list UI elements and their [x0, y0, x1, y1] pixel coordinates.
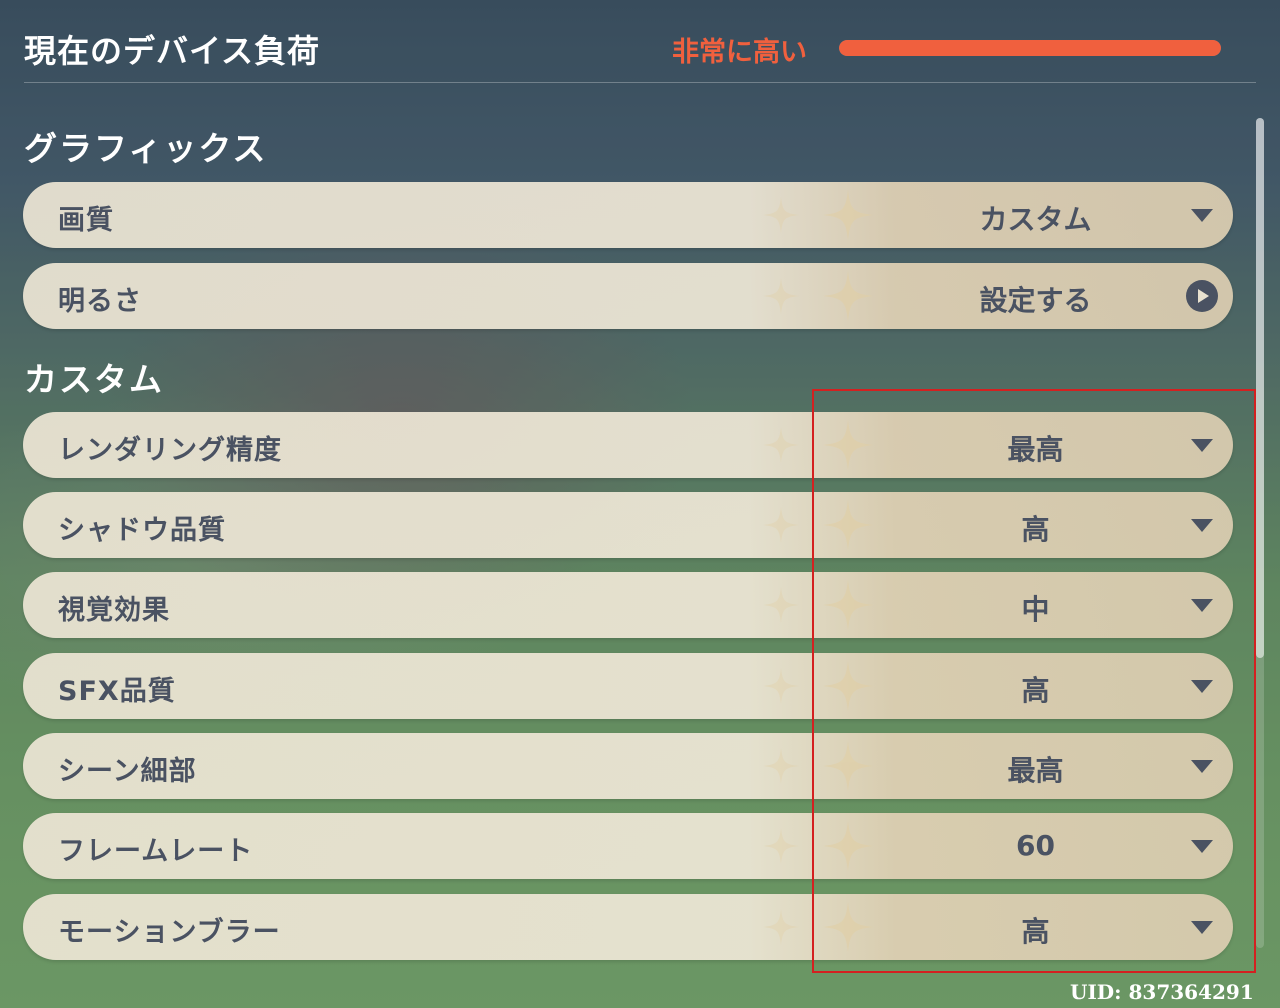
sparkle-decoration-icon	[763, 197, 799, 233]
setting-row-quality[interactable]: 画質 カスタム	[23, 182, 1233, 248]
chevron-down-icon[interactable]	[1191, 519, 1213, 532]
sparkle-decoration-icon	[823, 190, 873, 240]
setting-value: 60	[1016, 829, 1055, 862]
section-title-graphics: グラフィックス	[24, 129, 268, 168]
setting-label: 視覚効果	[58, 595, 170, 626]
chevron-down-icon[interactable]	[1191, 439, 1213, 452]
sparkle-decoration-icon	[763, 278, 799, 314]
setting-row-sfx-quality[interactable]: SFX品質 高	[23, 653, 1233, 719]
setting-value: 設定する	[979, 284, 1092, 317]
setting-row-scene-detail[interactable]: シーン細部 最高	[23, 733, 1233, 799]
setting-label: 画質	[58, 205, 114, 236]
chevron-down-icon[interactable]	[1191, 840, 1213, 853]
setting-value: 最高	[1007, 754, 1064, 787]
setting-row-render-resolution[interactable]: レンダリング精度 最高	[23, 412, 1233, 478]
chevron-down-icon[interactable]	[1191, 599, 1213, 612]
setting-value: 中	[1021, 593, 1050, 626]
device-load-bar-fill	[839, 40, 1221, 56]
sparkle-decoration-icon	[823, 902, 873, 952]
setting-label: シャドウ品質	[58, 515, 226, 546]
setting-row-shadow-quality[interactable]: シャドウ品質 高	[23, 492, 1233, 558]
scrollbar-thumb[interactable]	[1256, 118, 1264, 658]
sparkle-decoration-icon	[823, 661, 873, 711]
arrow-right-circle-icon[interactable]	[1186, 280, 1218, 312]
section-title-custom: カスタム	[24, 360, 164, 399]
player-uid: UID: 837364291	[1070, 980, 1254, 1004]
device-load-status: 非常に高い	[672, 37, 807, 68]
setting-value: 最高	[1007, 433, 1064, 466]
setting-row-visual-effects[interactable]: 視覚効果 中	[23, 572, 1233, 638]
sparkle-decoration-icon	[763, 507, 799, 543]
setting-label: シーン細部	[58, 756, 197, 787]
sparkle-decoration-icon	[823, 271, 873, 321]
chevron-down-icon[interactable]	[1191, 680, 1213, 693]
chevron-down-icon[interactable]	[1191, 921, 1213, 934]
device-load-bar	[839, 40, 1221, 56]
sparkle-decoration-icon	[763, 587, 799, 623]
setting-row-motion-blur[interactable]: モーションブラー 高	[23, 894, 1233, 960]
setting-label: モーションブラー	[58, 917, 281, 948]
chevron-down-icon[interactable]	[1191, 209, 1213, 222]
chevron-down-icon[interactable]	[1191, 760, 1213, 773]
sparkle-decoration-icon	[763, 668, 799, 704]
device-load-title: 現在のデバイス負荷	[24, 32, 321, 70]
settings-scrollbar[interactable]	[1256, 118, 1264, 948]
sparkle-decoration-icon	[763, 427, 799, 463]
setting-row-frame-rate[interactable]: フレームレート 60	[23, 813, 1233, 879]
sparkle-decoration-icon	[763, 909, 799, 945]
setting-label: 明るさ	[58, 286, 142, 317]
setting-label: SFX品質	[58, 676, 176, 707]
sparkle-decoration-icon	[823, 741, 873, 791]
sparkle-decoration-icon	[823, 580, 873, 630]
setting-value: 高	[1021, 674, 1050, 707]
setting-value: 高	[1021, 513, 1050, 546]
device-load-header: 現在のデバイス負荷 非常に高い	[24, 0, 1256, 83]
sparkle-decoration-icon	[763, 828, 799, 864]
setting-label: レンダリング精度	[58, 435, 282, 466]
sparkle-decoration-icon	[823, 500, 873, 550]
setting-label: フレームレート	[58, 836, 254, 867]
setting-row-brightness[interactable]: 明るさ 設定する	[23, 263, 1233, 329]
setting-value: カスタム	[979, 203, 1092, 236]
sparkle-decoration-icon	[763, 748, 799, 784]
sparkle-decoration-icon	[823, 420, 873, 470]
sparkle-decoration-icon	[823, 821, 873, 871]
setting-value: 高	[1021, 915, 1050, 948]
